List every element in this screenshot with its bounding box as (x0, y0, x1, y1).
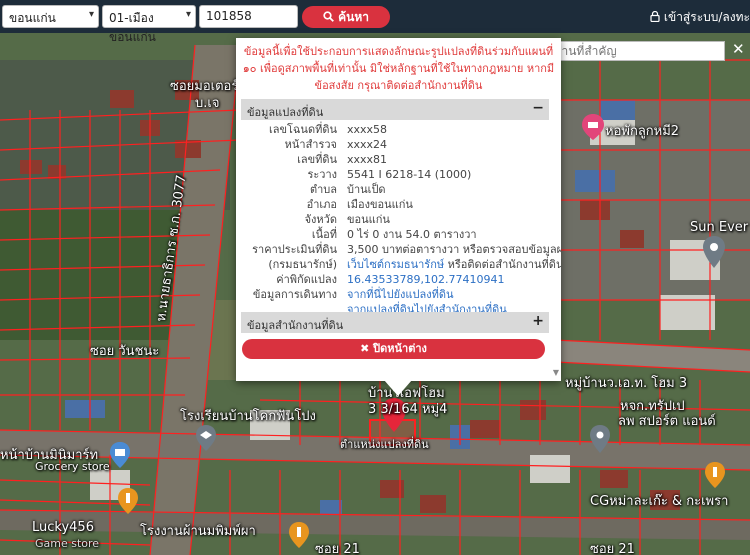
parcel-number-value: 101858 (206, 9, 252, 23)
info-row-district: อำเภอ เมืองขอนแก่น (241, 197, 549, 212)
lock-icon (650, 10, 660, 23)
map-place-label: หมู่บ้านว.เอ.ท. โฮม 3 (565, 376, 688, 391)
map-place-label: ลพ สปอร์ต แอนด์ (618, 414, 716, 429)
parcel-location-label: ตำแหน่งแปลงที่ดิน (340, 438, 429, 451)
chevron-down-icon: ▾ (185, 9, 191, 20)
scroll-down-icon[interactable]: ▼ (553, 368, 559, 377)
info-label: ราคาประเมินที่ดิน (252, 243, 337, 256)
disclaimer-text: ข้อมูลนี้เพื่อใช้ประกอบการแสดงลักษณะรูปแ… (242, 45, 555, 92)
info-row-directions: ข้อมูลการเดินทาง จากที่นี่ไปยังแปลงที่ดิ… (241, 287, 549, 302)
close-popup-label: ปิดหน้าต่าง (373, 342, 427, 355)
map-road-label: ซอย 21 (315, 542, 360, 555)
parcel-section-header[interactable]: ข้อมูลแปลงที่ดิน − (241, 99, 549, 120)
school-pin-icon[interactable] (196, 425, 216, 451)
restaurant-pin-icon[interactable] (705, 462, 725, 488)
map-place-label: 3 3/164 หมู่4 (368, 402, 448, 417)
info-label: เนื้อที่ (311, 228, 337, 241)
map-place-label: Sun Ever (690, 220, 749, 235)
info-value: เมืองขอนแก่น (347, 198, 413, 211)
office-section-header[interactable]: ข้อมูลสำนักงานที่ดิน + (241, 312, 549, 333)
info-label: ข้อมูลการเดินทาง (252, 288, 337, 301)
login-link-label: เข้าสู่ระบบ/ลงทะ (663, 10, 750, 24)
info-value: ขอนแก่น (347, 213, 390, 226)
restaurant-pin-icon[interactable] (118, 488, 138, 514)
map-place-label: Lucky456 (32, 520, 94, 535)
map-road-label: ซอย วันชนะ (90, 344, 160, 359)
info-value: xxxx24 (347, 138, 388, 151)
info-label: อำเภอ (306, 198, 337, 211)
info-row-deed: เลขโฉนดที่ดิน xxxx58 (241, 122, 549, 137)
search-icon (323, 11, 334, 22)
map-place-label: หน้าบ้านมินิมาร์ท (0, 448, 99, 463)
info-label: เลขโฉนดที่ดิน (269, 123, 337, 136)
info-label: ค่าพิกัดแปลง (276, 273, 337, 286)
search-button[interactable]: ค้นหา (302, 6, 390, 28)
close-popup-button[interactable]: ✖ ปิดหน้าต่าง (242, 339, 545, 359)
office-section-title: ข้อมูลสำนักงานที่ดิน (247, 319, 344, 332)
info-row-treasury: (กรมธนารักษ์) เว็บไซต์กรมธนารักษ์ หรือติ… (241, 257, 561, 272)
search-button-label: ค้นหา (338, 10, 370, 24)
province-select-value: ขอนแก่น (9, 11, 56, 25)
info-value: หรือติดต่อสำนักงานที่ดิน (444, 258, 561, 271)
directions-to-parcel-link[interactable]: จากที่นี่ไปยังแปลงที่ดิน (347, 287, 453, 302)
popup-pointer (384, 380, 412, 396)
info-label: ระวาง (307, 168, 337, 181)
map-place-label: หอพักลูกหมี2 (605, 124, 680, 139)
info-row-land-no: เลขที่ดิน xxxx81 (241, 152, 549, 167)
collapse-icon[interactable]: − (532, 100, 544, 116)
info-value: 3,500 บาทต่อตารางวา หรือตรวจสอบข้อมูลผ่า… (347, 243, 561, 256)
map-place-label: โรงงานผ้านมพิมพ์ผา (140, 524, 256, 539)
info-value: บ้านเป็ด (347, 183, 386, 196)
treasury-website-link[interactable]: เว็บไซต์กรมธนารักษ์ (347, 258, 444, 271)
info-row-area: เนื้อที่ 0 ไร่ 0 งาน 54.0 ตารางวา (241, 227, 549, 242)
parcel-number-input[interactable]: 101858 (199, 5, 298, 28)
coordinates-link[interactable]: 16.43533789,102.77410941 (347, 272, 504, 287)
login-link[interactable]: เข้าสู่ระบบ/ลงทะ (650, 8, 750, 27)
info-label: ตำบล (309, 183, 337, 196)
info-value: xxxx58 (347, 123, 388, 136)
map-place-label: บ.เจ (195, 96, 220, 111)
parcel-section-title: ข้อมูลแปลงที่ดิน (247, 106, 324, 119)
info-value: 0 ไร่ 0 งาน 54.0 ตารางวา (347, 228, 477, 241)
close-icon[interactable]: ✕ (732, 40, 745, 58)
parcel-info-popup: ข้อมูลนี้เพื่อใช้ประกอบการแสดงลักษณะรูปแ… (236, 38, 561, 381)
province-select[interactable]: ขอนแก่น ▾ (2, 5, 99, 28)
info-label: เลขที่ดิน (297, 153, 337, 166)
info-label: หน้าสำรวจ (284, 138, 337, 151)
expand-icon[interactable]: + (532, 313, 544, 329)
info-row-province: จังหวัด ขอนแก่น (241, 212, 549, 227)
map-place-label: CGหม่าละเก๊ะ & กะเพรา (590, 494, 729, 509)
info-value: 5541 I 6218-14 (1000) (347, 168, 472, 181)
info-row-appraisal: ราคาประเมินที่ดิน 3,500 บาทต่อตารางวา หร… (241, 242, 561, 257)
restaurant-pin-icon[interactable] (289, 522, 309, 548)
info-row-sheet: ระวาง 5541 I 6218-14 (1000) (241, 167, 549, 182)
close-icon: ✖ (360, 342, 370, 355)
shop-pin-icon[interactable] (110, 442, 130, 468)
info-label: (กรมธนารักษ์) (268, 258, 337, 271)
district-select-value: 01-เมืองขอนแก่น (109, 11, 156, 44)
top-toolbar: ขอนแก่น ▾ 01-เมืองขอนแก่น ▾ 101858 ค้นหา… (0, 0, 750, 44)
place-pin-icon[interactable] (703, 236, 725, 268)
district-select[interactable]: 01-เมืองขอนแก่น ▾ (102, 5, 196, 44)
map-road-label: ซอย 21 (590, 542, 635, 555)
info-label: จังหวัด (304, 213, 337, 226)
info-value: xxxx81 (347, 153, 388, 166)
map-place-label: โรงเรียนบ้านโคกฟันโปง (180, 409, 316, 424)
map-place-label: Game store (35, 537, 100, 550)
place-pin-icon[interactable] (590, 425, 610, 453)
info-row-subdistrict: ตำบล บ้านเป็ด (241, 182, 549, 197)
info-row-coordinates: ค่าพิกัดแปลง 16.43533789,102.77410941 (241, 272, 549, 287)
hotel-pin-icon[interactable] (582, 114, 604, 140)
chevron-down-icon: ▾ (88, 9, 94, 20)
info-row-survey: หน้าสำรวจ xxxx24 (241, 137, 549, 152)
